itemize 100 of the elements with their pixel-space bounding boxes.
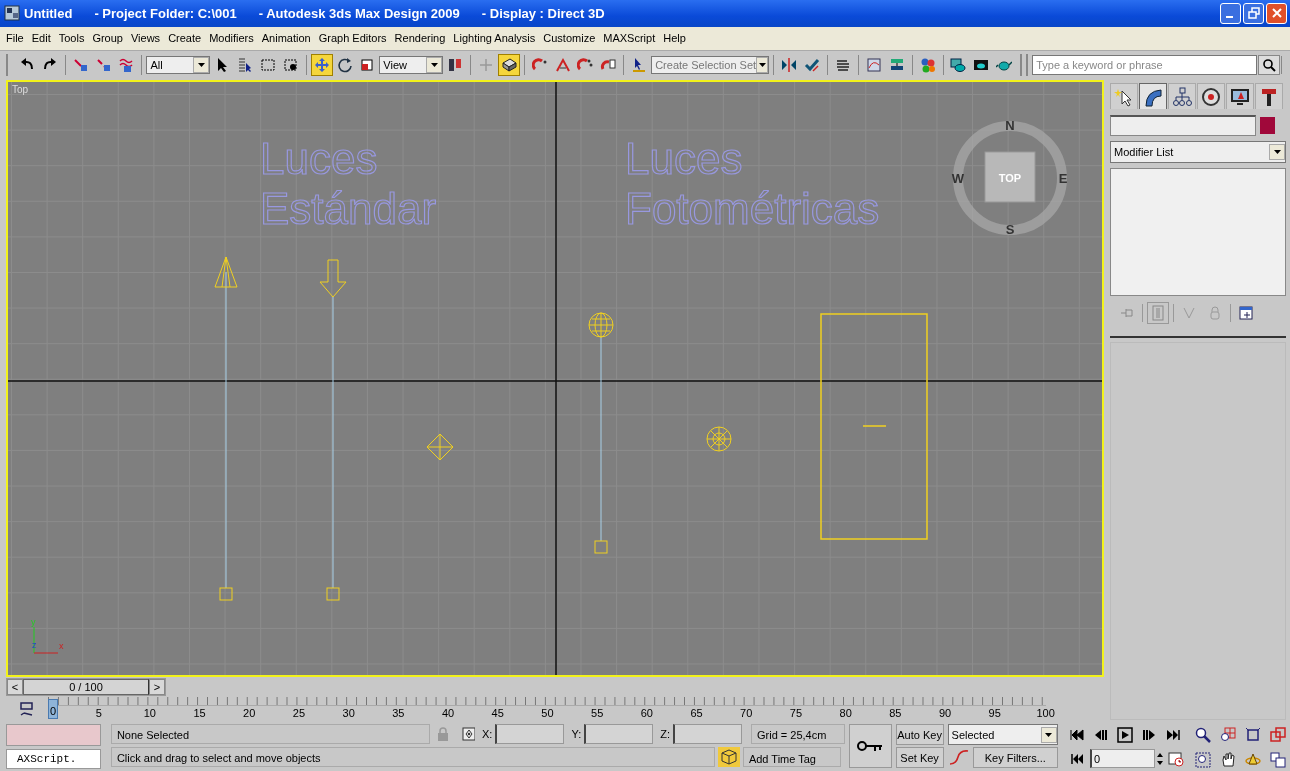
name-field[interactable]	[1110, 115, 1256, 137]
frame-number: 5	[95, 707, 102, 720]
selection-info: None Selected	[110, 724, 431, 745]
key-set-dropdown[interactable]: Selected	[947, 724, 1058, 746]
toolbar-grip[interactable]	[1020, 54, 1029, 77]
zoom-all-icon	[1220, 726, 1237, 743]
toolbar-grip[interactable]	[6, 54, 11, 77]
hammer-icon	[1259, 86, 1279, 107]
show-end-result-icon	[1150, 305, 1166, 322]
frame-number: 10	[143, 707, 156, 720]
menu-item[interactable]: Group	[92, 32, 123, 45]
tangent-curve-icon[interactable]	[947, 748, 970, 767]
crosshair-icon	[477, 57, 494, 74]
add-time-tag-button[interactable]: Add Time Tag	[742, 747, 841, 768]
minimize-button[interactable]	[1220, 2, 1241, 24]
menu-item[interactable]: Lighting Analysis	[453, 32, 536, 45]
axis-label: z	[32, 640, 37, 651]
key-filters-button[interactable]: Key Filters...	[972, 747, 1058, 769]
menu-item[interactable]: Views	[130, 32, 161, 45]
coordinate-label: Y:	[571, 728, 582, 741]
toolbar-button[interactable]	[497, 54, 520, 77]
bind-icon	[118, 57, 135, 74]
web-light-drawing	[706, 426, 732, 452]
menu-item[interactable]: File	[6, 32, 24, 45]
cube-icon[interactable]	[717, 747, 740, 768]
axis-label: x	[59, 641, 64, 652]
caret-icon	[1273, 150, 1281, 155]
unlink-icon	[95, 57, 112, 74]
panel-tab[interactable]	[1226, 83, 1254, 110]
grid-size: Grid = 25,4cm	[751, 724, 845, 745]
coordinate-field[interactable]	[495, 724, 565, 745]
bent-pipe-icon	[1143, 86, 1163, 107]
panel-tab[interactable]	[1255, 83, 1283, 110]
hierarchy-icon	[1172, 86, 1192, 107]
coordinate-field[interactable]	[584, 724, 654, 745]
align-icon	[804, 57, 820, 74]
scene-text: Luces Estándar	[260, 134, 437, 234]
frame-number: 20	[243, 707, 256, 720]
minimize-icon	[1225, 16, 1233, 19]
prompt-text: Click and drag to select and move objects	[110, 747, 715, 768]
menu-item[interactable]: MAXScript	[603, 32, 656, 45]
restore-button[interactable]	[1243, 2, 1264, 24]
caret-icon	[197, 63, 205, 68]
menu-item[interactable]: Tools	[58, 32, 85, 45]
frame-number: 75	[789, 707, 803, 720]
dropdown[interactable]: View	[379, 56, 444, 75]
rotate-icon	[336, 57, 353, 74]
menu-item[interactable]: Customize	[543, 32, 596, 45]
viewport[interactable]: Top Luces Estándar Luces Fotométricas N W TOP E S y z x	[6, 80, 1104, 678]
menu-item[interactable]: Graph Editors	[318, 32, 387, 45]
frame-number: 65	[690, 707, 703, 720]
coordinate-label: X:	[482, 728, 493, 741]
compass-letter: S	[1005, 222, 1015, 238]
color-swatch[interactable]	[1260, 117, 1275, 135]
auto-key-button[interactable]: Auto Key	[895, 724, 944, 746]
absolute-mode-icon[interactable]	[461, 727, 475, 742]
set-key-button[interactable]: Set Key	[895, 747, 944, 769]
axis-tripod	[33, 626, 59, 654]
frame-number: 100	[1036, 707, 1055, 720]
track-bar[interactable]: 0 5 10 15 20 25 30 35 40 45 50 55 60 65 70 75 80 85 90 95 100	[46, 697, 1056, 723]
frame-number: 80	[839, 707, 852, 720]
menu-item[interactable]: Help	[663, 32, 686, 45]
frame-marker[interactable]: 0	[48, 699, 58, 720]
search-icon	[1261, 58, 1276, 73]
close-button[interactable]	[1266, 2, 1287, 24]
current-frame-field[interactable]: 0	[1090, 749, 1155, 769]
panel-tab[interactable]	[1139, 83, 1167, 110]
frame-number: 15	[193, 707, 206, 720]
panel-tab[interactable]	[1110, 83, 1138, 110]
menu-item[interactable]: Create	[168, 32, 202, 45]
panel-tab[interactable]	[1168, 83, 1196, 110]
named-set-icon	[631, 57, 648, 74]
pivot-icon	[447, 57, 463, 74]
menu-item[interactable]: Modifiers	[209, 32, 254, 45]
panel-tab[interactable]	[1197, 83, 1225, 110]
caret-icon	[758, 63, 766, 68]
caret-icon	[1045, 732, 1053, 737]
dropdown[interactable]: All	[146, 56, 211, 75]
layers-icon	[834, 57, 851, 74]
view-cube[interactable]	[984, 151, 1036, 203]
view-cube-label: TOP	[998, 172, 1022, 185]
scene-text: Luces Fotométricas	[625, 134, 880, 234]
modifier-list-dropdown[interactable]: Modifier List	[1110, 141, 1286, 164]
coordinate-field[interactable]	[673, 724, 742, 745]
frame-number: 45	[491, 707, 504, 720]
set-keys-button[interactable]	[848, 724, 892, 769]
dropdown[interactable]: Create Selection Set	[651, 56, 770, 75]
window-title: - Project Folder: C:\001	[94, 5, 237, 21]
search-field[interactable]: Type a keyword or phrase	[1032, 55, 1258, 76]
modifier-stack[interactable]	[1110, 168, 1286, 297]
zoom-extents-icon	[1245, 726, 1262, 743]
key-icon	[857, 740, 884, 753]
listener-input[interactable]: AXScript.	[6, 749, 101, 770]
frame-number: 40	[441, 707, 455, 720]
frame-number: 50	[541, 707, 554, 720]
menu-item[interactable]: Edit	[31, 32, 51, 45]
maximize-toggle-icon	[1270, 751, 1287, 768]
menu-item[interactable]: Animation	[261, 32, 311, 45]
menu-item[interactable]: Rendering	[394, 32, 446, 45]
search-button[interactable]	[1258, 55, 1280, 76]
